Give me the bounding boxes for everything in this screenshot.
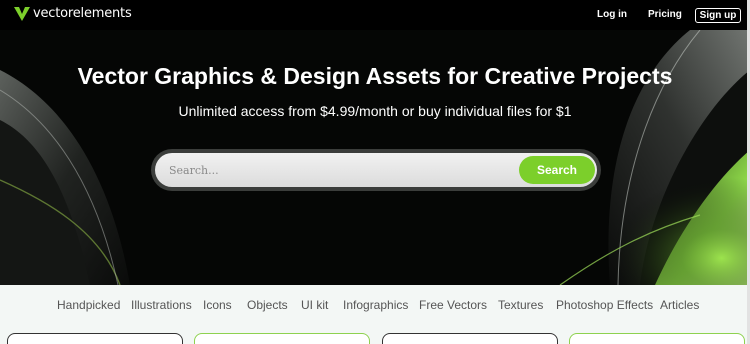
category-link-ui-kit[interactable]: UI kit	[301, 298, 328, 312]
hero-subtitle: Unlimited access from $4.99/month or buy…	[178, 103, 572, 119]
featured-card[interactable]	[382, 333, 558, 344]
category-link-infographics[interactable]: Infographics	[343, 298, 408, 312]
pricing-link[interactable]: Pricing	[648, 9, 682, 21]
top-navigation-bar: vectorelements Log in Pricing Sign up	[0, 0, 750, 30]
site-logo[interactable]: vectorelements	[14, 6, 132, 22]
logo-text: vectorelements	[33, 6, 132, 21]
category-link-free-vectors[interactable]: Free Vectors	[419, 298, 487, 312]
category-link-articles[interactable]: Articles	[660, 298, 699, 312]
category-link-icons[interactable]: Icons	[203, 298, 232, 312]
category-link-textures[interactable]: Textures	[498, 298, 543, 312]
signup-button[interactable]: Sign up	[695, 8, 741, 23]
logo-v-icon	[14, 7, 30, 21]
hero-title: Vector Graphics & Design Assets for Crea…	[77, 63, 673, 89]
category-link-handpicked[interactable]: Handpicked	[57, 298, 120, 312]
search-bar: Search	[151, 149, 601, 191]
featured-card[interactable]	[7, 333, 183, 344]
category-link-photoshop-effects[interactable]: Photoshop Effects	[556, 298, 653, 312]
featured-cards-row	[0, 333, 750, 344]
search-button[interactable]: Search	[519, 156, 595, 184]
featured-card[interactable]	[569, 333, 745, 344]
category-link-illustrations[interactable]: Illustrations	[131, 298, 192, 312]
login-link[interactable]: Log in	[597, 9, 627, 21]
featured-card[interactable]	[194, 333, 370, 344]
category-link-objects[interactable]: Objects	[247, 298, 288, 312]
hero-banner: Vector Graphics & Design Assets for Crea…	[0, 30, 750, 285]
